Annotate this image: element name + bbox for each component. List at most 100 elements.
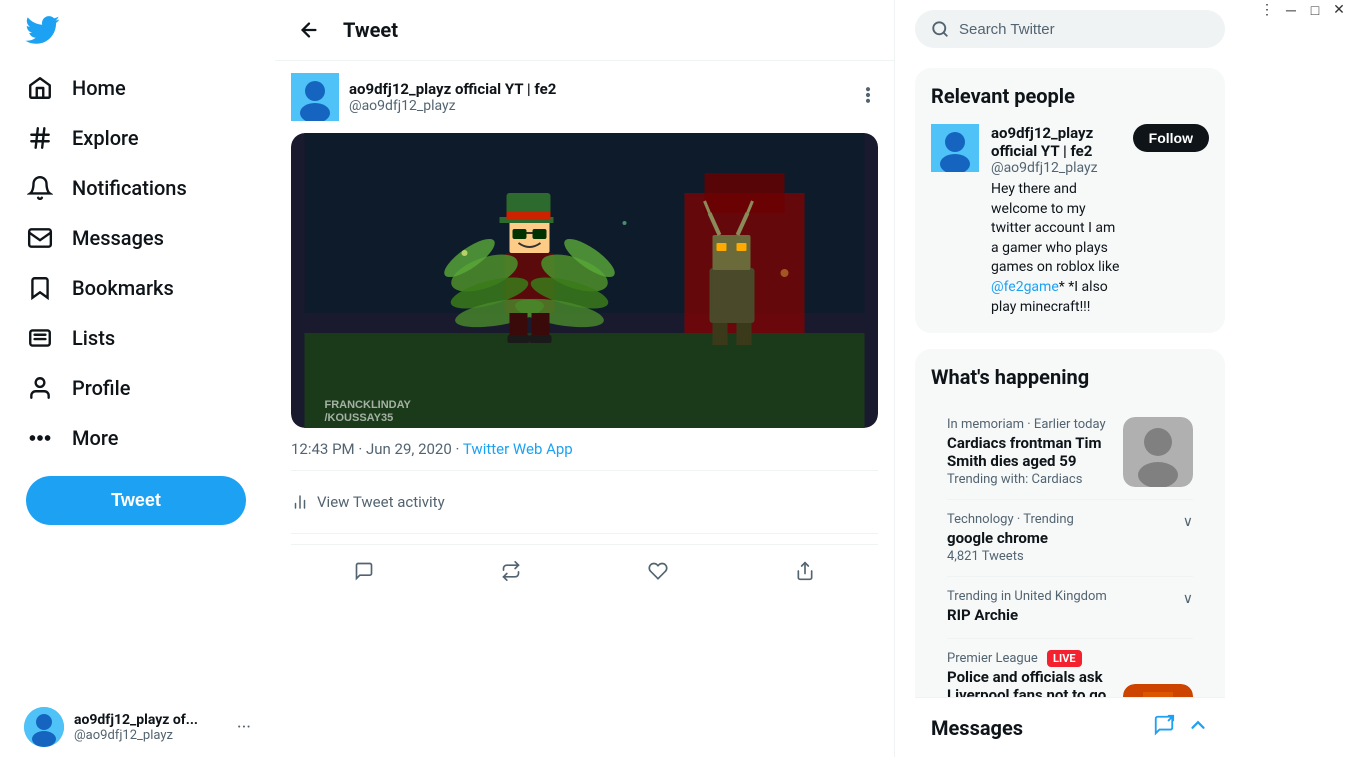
activity-icon <box>291 493 309 511</box>
roblox-scene-svg: FRANCKLINDAY /KOUSSAY35 <box>291 133 878 428</box>
twitter-bird-icon <box>24 12 60 48</box>
left-sidebar: Home Explore Notifications Messages Book… <box>0 0 275 757</box>
avatar-image <box>24 707 64 747</box>
bookmark-icon <box>26 274 54 302</box>
sidebar-item-more[interactable]: More <box>12 414 263 462</box>
trend-name: google chrome <box>947 529 1193 547</box>
tweet-button[interactable]: Tweet <box>26 476 246 525</box>
person-bio: Hey there and welcome to my twitter acco… <box>991 180 1121 317</box>
sidebar-account-name: ao9dfj12_playz of... <box>74 712 227 728</box>
bell-icon <box>26 174 54 202</box>
trend-category: In memoriam · Earlier today <box>947 417 1119 432</box>
relevant-person-item: ao9dfj12_playz official YT | fe2 @ao9dfj… <box>931 124 1209 317</box>
chevron-down-icon: ··· <box>237 717 251 738</box>
back-button[interactable] <box>291 12 327 48</box>
tweet-author-text: ao9dfj12_playz official YT | fe2 @ao9dfj… <box>349 80 556 114</box>
person-icon <box>26 374 54 402</box>
sidebar-account-info: ao9dfj12_playz of... @ao9dfj12_playz <box>74 712 227 743</box>
share-button[interactable] <box>783 553 827 589</box>
follow-button[interactable]: Follow <box>1133 124 1209 152</box>
search-bar <box>915 10 1225 48</box>
sidebar-item-notifications[interactable]: Notifications <box>12 164 263 212</box>
trend-category: Trending in United Kingdom <box>947 589 1193 604</box>
sidebar-item-explore[interactable]: Explore <box>12 114 263 162</box>
retweet-button[interactable] <box>489 553 533 589</box>
trend-item-google-chrome[interactable]: Technology · Trending google chrome 4,82… <box>931 500 1209 576</box>
sidebar-item-explore-label: Explore <box>72 126 139 150</box>
avatar-img <box>291 73 339 121</box>
window-controls: ⋮ ─ □ ✕ <box>1259 2 1347 18</box>
bio-link[interactable]: @fe2game <box>991 279 1059 295</box>
tweet-media: FRANCKLINDAY /KOUSSAY35 <box>291 133 878 428</box>
window-minimize-btn[interactable]: ─ <box>1283 2 1299 18</box>
tweet-divider-2 <box>291 533 878 534</box>
twitter-logo[interactable] <box>12 4 263 60</box>
chevron-down-icon[interactable]: ∨ <box>1183 514 1193 530</box>
trend-count: 4,821 Tweets <box>947 549 1193 564</box>
live-badge: LIVE <box>1047 650 1082 667</box>
activity-label: View Tweet activity <box>317 493 445 511</box>
reply-button[interactable] <box>342 553 386 589</box>
tweet-detail-header: Tweet <box>275 0 894 61</box>
tweet-more-button[interactable] <box>858 85 878 110</box>
messages-action-buttons <box>1153 714 1209 741</box>
heart-icon <box>648 561 668 581</box>
window-menu-btn[interactable]: ⋮ <box>1259 2 1275 18</box>
compose-icon <box>1153 714 1175 736</box>
svg-text:/KOUSSAY35: /KOUSSAY35 <box>325 412 394 424</box>
svg-text:FRANCKLINDAY: FRANCKLINDAY <box>325 399 412 411</box>
retweet-icon <box>501 561 521 581</box>
relevant-people-title: Relevant people <box>931 84 1209 108</box>
person-info: ao9dfj12_playz official YT | fe2 @ao9dfj… <box>991 124 1121 317</box>
list-icon <box>26 324 54 352</box>
tweet-metadata: 12:43 PM · Jun 29, 2020 · Twitter Web Ap… <box>291 440 878 458</box>
person-name: ao9dfj12_playz official YT | fe2 <box>991 124 1121 160</box>
collapse-messages-button[interactable] <box>1187 714 1209 741</box>
trend-category: Premier League LIVE <box>947 651 1119 666</box>
sidebar-item-bookmarks[interactable]: Bookmarks <box>12 264 263 312</box>
sidebar-item-profile-label: Profile <box>72 376 130 400</box>
tweet-detail-body: ao9dfj12_playz official YT | fe2 @ao9dfj… <box>275 61 894 609</box>
main-content: Tweet ao9dfj12_playz official YT | fe2 @… <box>275 0 895 757</box>
sidebar-item-notifications-label: Notifications <box>72 176 187 200</box>
sidebar-item-messages[interactable]: Messages <box>12 214 263 262</box>
tweet-separator: · <box>456 440 463 458</box>
tweet-author-avatar[interactable] <box>291 73 339 121</box>
reply-icon <box>354 561 374 581</box>
search-container[interactable] <box>915 10 1225 48</box>
sidebar-item-more-label: More <box>72 426 118 450</box>
sidebar-account-switcher[interactable]: ao9dfj12_playz of... @ao9dfj12_playz ··· <box>12 697 263 757</box>
sidebar-account-handle: @ao9dfj12_playz <box>74 728 227 743</box>
tweet-author-name: ao9dfj12_playz official YT | fe2 <box>349 80 556 98</box>
trend-item-rip-archie[interactable]: Trending in United Kingdom RIP Archie ∨ <box>931 577 1209 638</box>
messages-bar: Messages <box>915 697 1225 757</box>
view-tweet-activity[interactable]: View Tweet activity <box>291 481 878 523</box>
person-avatar[interactable] <box>931 124 979 172</box>
chevron-down-icon[interactable]: ∨ <box>1183 591 1193 607</box>
sidebar-item-home[interactable]: Home <box>12 64 263 112</box>
home-icon <box>26 74 54 102</box>
whats-happening-title: What's happening <box>931 365 1209 389</box>
sidebar-item-lists[interactable]: Lists <box>12 314 263 362</box>
right-sidebar: Relevant people ao9dfj12_playz official … <box>895 0 1245 757</box>
like-button[interactable] <box>636 553 680 589</box>
sidebar-item-home-label: Home <box>72 76 126 100</box>
hashtag-icon <box>26 124 54 152</box>
sidebar-item-profile[interactable]: Profile <box>12 364 263 412</box>
person-avatar-img <box>931 124 979 172</box>
window-maximize-btn[interactable]: □ <box>1307 2 1323 18</box>
trend-category: Technology · Trending <box>947 512 1193 527</box>
tweet-author-handle: @ao9dfj12_playz <box>349 98 556 114</box>
tweet-action-bar <box>291 544 878 597</box>
compose-message-button[interactable] <box>1153 714 1175 741</box>
trend-item-tim-smith[interactable]: In memoriam · Earlier today Cardiacs fro… <box>931 405 1209 499</box>
trend-image-tim-smith <box>1123 417 1193 487</box>
chevron-up-icon <box>1187 714 1209 736</box>
search-input[interactable] <box>959 21 1209 38</box>
messages-title: Messages <box>931 716 1023 740</box>
window-close-btn[interactable]: ✕ <box>1331 2 1347 18</box>
relevant-people-section: Relevant people ao9dfj12_playz official … <box>915 68 1225 333</box>
tweet-source-link[interactable]: Twitter Web App <box>463 440 573 458</box>
whats-happening-section: What's happening In memoriam · Earlier t… <box>915 349 1225 757</box>
envelope-icon <box>26 224 54 252</box>
